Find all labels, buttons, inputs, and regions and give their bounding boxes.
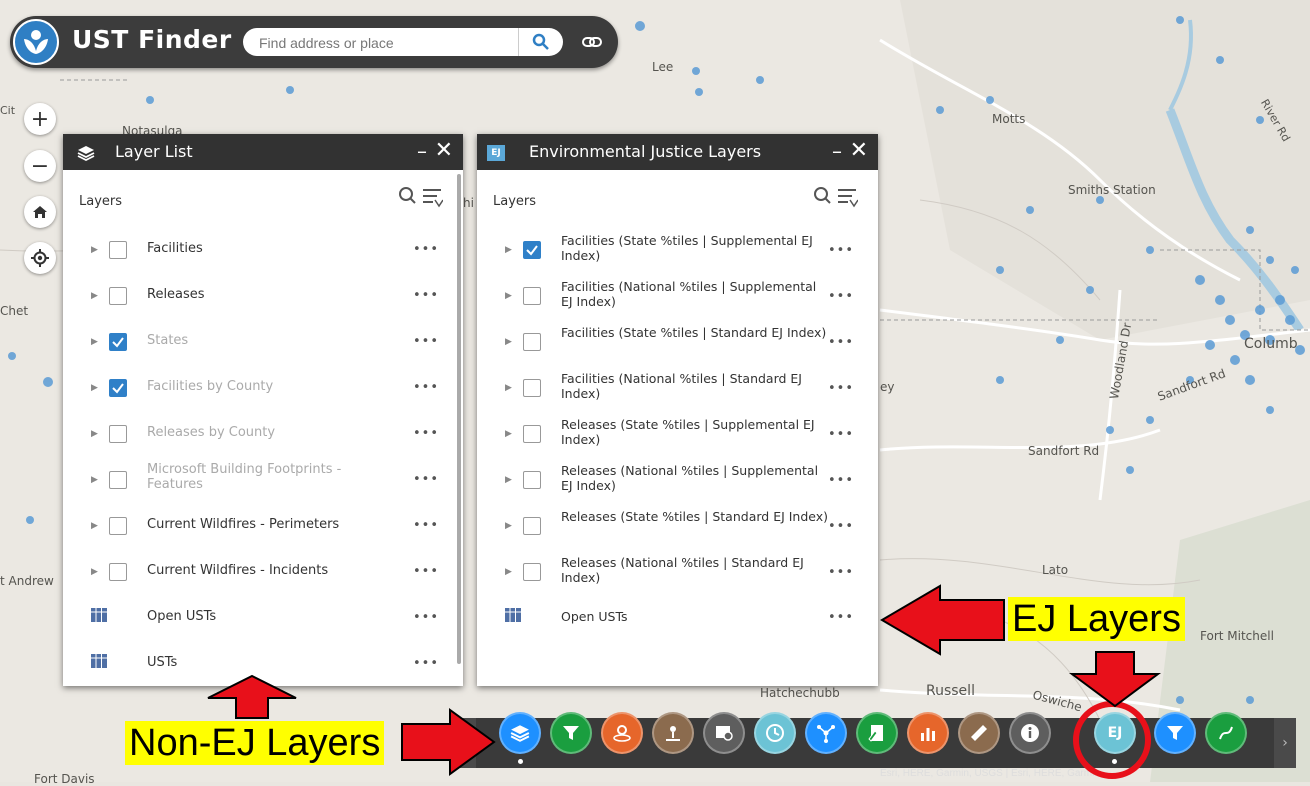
annotation-arrows [207,584,1162,776]
non-ej-layers-annotation: Non-EJ Layers [125,721,385,765]
ej-button-arrow [1068,651,1162,708]
ej-layers-annotation: EJ Layers [1008,597,1185,641]
ej-panel-arrow [880,584,1005,656]
layer-list-arrow [207,674,297,719]
layers-button-arrow [401,708,496,776]
